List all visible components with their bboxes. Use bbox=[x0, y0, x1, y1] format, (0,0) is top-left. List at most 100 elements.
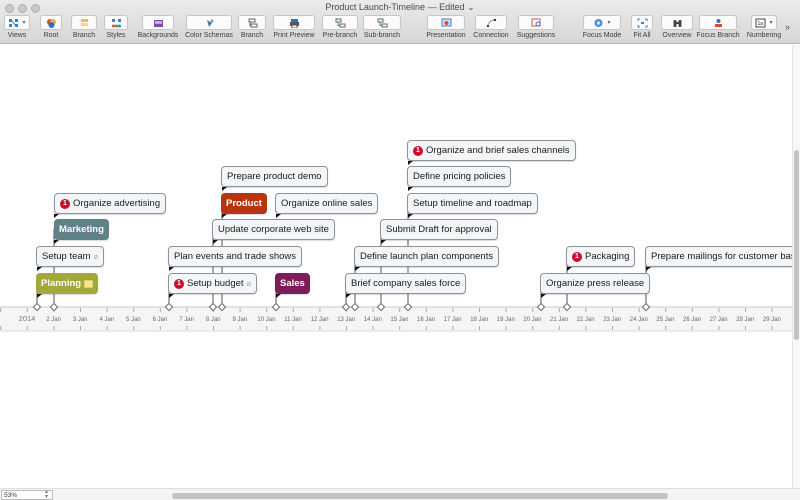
main-topic-sales[interactable]: Sales bbox=[275, 273, 310, 294]
svg-text:1a: 1a bbox=[758, 21, 764, 27]
chevron-down-icon: ▾ bbox=[769, 20, 773, 26]
timeline-date-label: 24 Jan bbox=[630, 317, 648, 323]
flag-icon bbox=[346, 294, 351, 298]
toolbar-item-styles-3[interactable]: Styles bbox=[96, 15, 136, 43]
topic-label: Packaging bbox=[585, 251, 630, 262]
toolbar-label: Presentation bbox=[426, 32, 466, 39]
topic-label: Planning bbox=[41, 278, 82, 289]
toolbar-item-backgrounds-4[interactable]: Backgrounds bbox=[134, 15, 182, 43]
vertical-scroll-thumb[interactable] bbox=[794, 150, 799, 340]
toolbar-button[interactable] bbox=[631, 15, 653, 30]
subtopic-submit-draft-for-approval[interactable]: Submit Draft for approval bbox=[380, 219, 498, 240]
toolbar-label: Fit All bbox=[633, 32, 651, 39]
focus-branch-icon bbox=[714, 18, 722, 27]
subtopic-packaging[interactable]: 1 Packaging bbox=[566, 246, 636, 267]
flag-icon bbox=[646, 267, 651, 271]
main-topic-marketing[interactable]: Marketing bbox=[54, 219, 109, 240]
toolbar-label: Sub-branch bbox=[363, 32, 401, 39]
branch-style-icon bbox=[80, 18, 88, 26]
topic-label: Product bbox=[226, 198, 262, 209]
subtopic-update-corporate-web-site[interactable]: Update corporate web site bbox=[212, 219, 335, 240]
timeline-date-label: 11 Jan bbox=[284, 317, 302, 323]
flag-icon bbox=[276, 214, 281, 218]
main-topic-product[interactable]: Product bbox=[221, 193, 267, 214]
topic-label: Setup budget bbox=[187, 278, 244, 289]
toolbar-button[interactable] bbox=[186, 15, 232, 30]
topic-label: Prepare mailings for customer bas bbox=[651, 251, 792, 262]
toolbar-item-focus-branch-16[interactable]: Focus Branch bbox=[691, 15, 745, 43]
toolbar-button[interactable] bbox=[71, 15, 97, 30]
timeline-date-label: 28 Jan bbox=[736, 317, 754, 323]
toolbar-button[interactable]: 1a ▾ bbox=[751, 15, 777, 30]
zoom-stepper[interactable]: ▴ ▾ bbox=[45, 489, 48, 500]
subtopic-define-pricing-policies[interactable]: Define pricing policies bbox=[407, 166, 512, 187]
timeline-date-label: 23 Jan bbox=[603, 317, 621, 323]
subtopic-prepare-product-demo[interactable]: Prepare product demo bbox=[221, 166, 328, 187]
sub-branch-icon bbox=[377, 18, 387, 27]
mindmap-canvas[interactable]: 2014 2 Jan 3 Jan 4 Jan 5 Jan 6 Jan 7 Jan 8 Jan 9… bbox=[0, 45, 792, 488]
timeline-date-label: 15 Jan bbox=[390, 317, 408, 323]
toolbar-button[interactable] bbox=[104, 15, 128, 30]
toolbar-label: Branch bbox=[240, 32, 264, 39]
topic-label: Setup timeline and roadmap bbox=[413, 198, 532, 209]
toolbar-label: Branch bbox=[72, 32, 96, 39]
subtopic-organize-advertising[interactable]: 1 Organize advertising bbox=[54, 193, 167, 214]
subtopic-prepare-mailings-for-customer-bas[interactable]: Prepare mailings for customer bas bbox=[645, 246, 792, 267]
timeline-date-label: 19 Jan bbox=[497, 317, 515, 323]
add-branch-icon bbox=[248, 18, 257, 27]
flag-icon bbox=[408, 161, 413, 165]
timeline-date-label: 25 Jan bbox=[656, 317, 674, 323]
subtopic-setup-team[interactable]: Setup team ⌀ bbox=[36, 246, 105, 267]
print-icon bbox=[289, 18, 299, 28]
toolbar-button[interactable] bbox=[322, 15, 358, 30]
toolbar-item-numbering-17[interactable]: 1a ▾ Numbering bbox=[743, 15, 785, 43]
flag-icon bbox=[381, 240, 386, 244]
subtopic-organize-and-brief-sales-channels[interactable]: 1 Organize and brief sales channels bbox=[407, 140, 576, 161]
toolbar-label: Print Preview bbox=[273, 32, 315, 39]
toolbar-button[interactable] bbox=[238, 15, 266, 30]
toolbar-button[interactable] bbox=[427, 15, 465, 30]
toolbar-button[interactable] bbox=[699, 15, 737, 30]
timeline-date-label: 12 Jan bbox=[311, 317, 329, 323]
topic-label: Prepare product demo bbox=[227, 171, 322, 182]
timeline-date-label: 6 Jan bbox=[153, 317, 168, 323]
timeline-date-label: 4 Jan bbox=[99, 317, 114, 323]
toolbar-item-connection-11[interactable]: Connection bbox=[467, 15, 515, 43]
flag-icon bbox=[541, 294, 546, 298]
toolbar-button[interactable] bbox=[661, 15, 693, 30]
flag-icon bbox=[355, 267, 360, 271]
subtopic-setup-timeline-and-roadmap[interactable]: Setup timeline and roadmap bbox=[407, 193, 538, 214]
toolbar-item-focus-mode-13[interactable]: ▾ Focus Mode bbox=[575, 15, 629, 43]
priority-icon: 1 bbox=[174, 278, 184, 289]
horizontal-scroll-thumb[interactable] bbox=[172, 493, 668, 499]
subtopic-brief-company-sales-force[interactable]: Brief company sales force bbox=[345, 273, 467, 294]
toolbar-item-presentation-10[interactable]: Presentation bbox=[419, 15, 473, 43]
window-title[interactable]: Product Launch-Timeline — Edited ⌄ bbox=[0, 2, 800, 13]
subtopic-setup-budget[interactable]: 1 Setup budget ⌀ bbox=[168, 273, 258, 294]
toolbar-button[interactable] bbox=[475, 15, 507, 30]
title-toolbar: Product Launch-Timeline — Edited ⌄ ▾ View… bbox=[0, 0, 800, 44]
toolbar-button[interactable]: ▾ bbox=[583, 15, 621, 30]
attachment-icon: ⌀ bbox=[246, 279, 252, 288]
main-topic-planning[interactable]: Planning bbox=[36, 273, 99, 294]
subtopic-organize-online-sales[interactable]: Organize online sales bbox=[275, 193, 379, 214]
toolbar-item-sub-branch-9[interactable]: Sub-branch bbox=[355, 15, 409, 43]
document-title: Product Launch-Timeline bbox=[325, 2, 426, 12]
timeline-date-label: 14 Jan bbox=[364, 317, 382, 323]
document-status: — Edited bbox=[427, 2, 465, 12]
toolbar-button[interactable] bbox=[142, 15, 174, 30]
subtopic-define-launch-plan-components[interactable]: Define launch plan components bbox=[354, 246, 500, 267]
toolbar-button[interactable] bbox=[518, 15, 554, 30]
toolbar-button[interactable]: ▾ bbox=[4, 15, 30, 30]
toolbar-button[interactable] bbox=[273, 15, 315, 30]
toolbar-item-suggestions-12[interactable]: Suggestions bbox=[510, 15, 562, 43]
toolbar-label: Color Schemas bbox=[185, 32, 233, 39]
timeline-date-label: 29 Jan bbox=[763, 317, 781, 323]
toolbar-overflow-button[interactable]: » bbox=[785, 22, 790, 32]
subtopic-organize-press-release[interactable]: Organize press release bbox=[540, 273, 651, 294]
subtopic-plan-events-and-trade-shows[interactable]: Plan events and trade shows bbox=[168, 246, 302, 267]
toolbar-button[interactable] bbox=[40, 15, 62, 30]
backgrounds-icon bbox=[153, 19, 163, 27]
toolbar-button[interactable] bbox=[363, 15, 401, 30]
focus-mode-icon bbox=[594, 18, 603, 27]
